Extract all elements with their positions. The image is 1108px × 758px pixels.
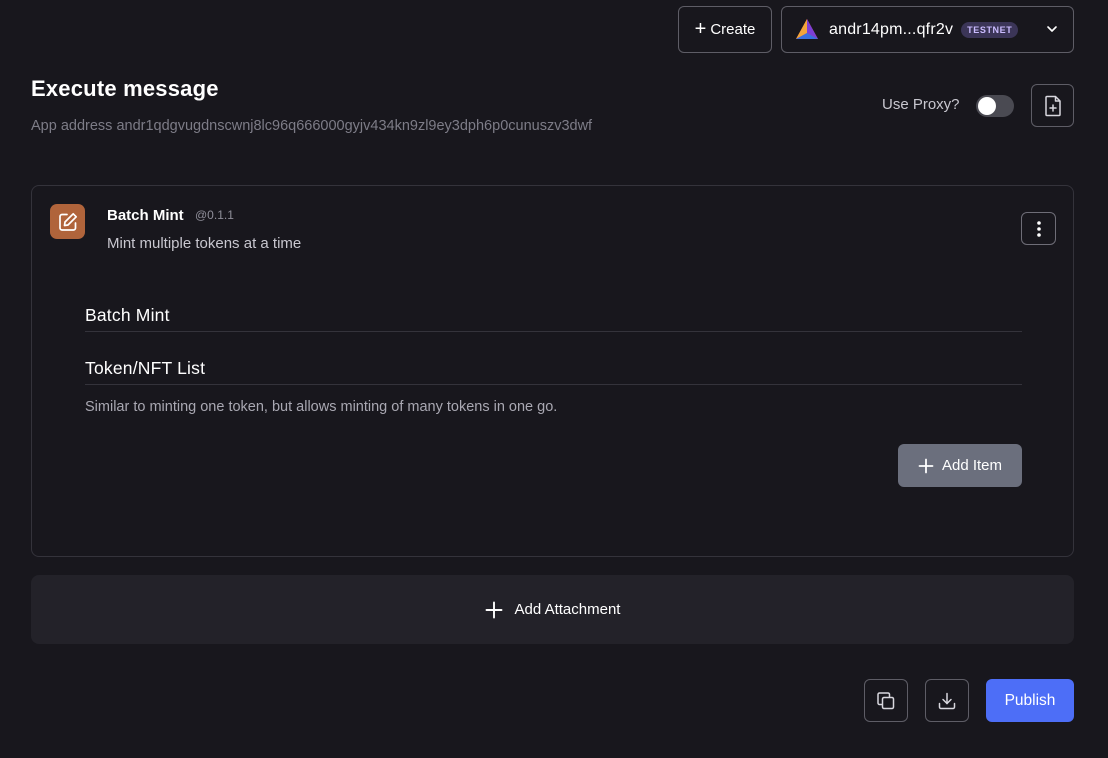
publish-button[interactable]: Publish (986, 679, 1074, 722)
plus-icon (918, 458, 934, 473)
section-title: Batch Mint (85, 305, 170, 325)
proxy-label: Use Proxy? (882, 96, 960, 113)
download-icon (938, 692, 956, 709)
add-attachment-button[interactable]: Add Attachment (31, 575, 1074, 644)
create-button[interactable]: + Create (678, 6, 772, 53)
create-button-label: Create (710, 21, 756, 38)
module-description: Mint multiple tokens at a time (107, 235, 302, 252)
module-card: Batch Mint @0.1.1 Mint multiple tokens a… (31, 185, 1074, 557)
more-vertical-icon (1036, 220, 1041, 237)
field-title: Token/NFT List (85, 358, 206, 378)
module-version: @0.1.1 (195, 208, 234, 222)
download-button[interactable] (925, 679, 969, 722)
andromeda-logo-icon (796, 18, 818, 39)
copy-icon (877, 691, 895, 709)
use-proxy-toggle[interactable] (976, 95, 1014, 117)
execute-message-page: + Create andr14pm...qfr2v TESTNET Execut… (0, 0, 1108, 758)
add-item-button[interactable]: Add Item (898, 444, 1022, 487)
module-icon-tile (50, 204, 85, 239)
wallet-address: andr14pm...qfr2v (829, 20, 954, 38)
add-item-label: Add Item (941, 457, 1003, 474)
toggle-knob (978, 97, 996, 115)
chevron-down-icon (1047, 26, 1057, 32)
file-plus-icon (1044, 95, 1061, 116)
page-title: Execute message (31, 76, 219, 101)
copy-button[interactable] (864, 679, 908, 722)
app-address: App address andr1qdgvugdnscwnj8lc96q6660… (31, 118, 593, 134)
wallet-selector[interactable]: andr14pm...qfr2v TESTNET (781, 6, 1074, 53)
field-divider (85, 384, 1022, 385)
module-name: Batch Mint (107, 207, 184, 224)
import-file-button[interactable] (1031, 84, 1074, 127)
add-attachment-label: Add Attachment (514, 601, 621, 618)
network-badge: TESTNET (961, 21, 1019, 38)
plus-icon (485, 601, 502, 618)
module-menu-button[interactable] (1021, 212, 1056, 245)
section-divider (85, 331, 1022, 332)
plus-icon: + (694, 17, 707, 40)
edit-icon (58, 212, 77, 231)
field-help-text: Similar to minting one token, but allows… (85, 399, 558, 415)
